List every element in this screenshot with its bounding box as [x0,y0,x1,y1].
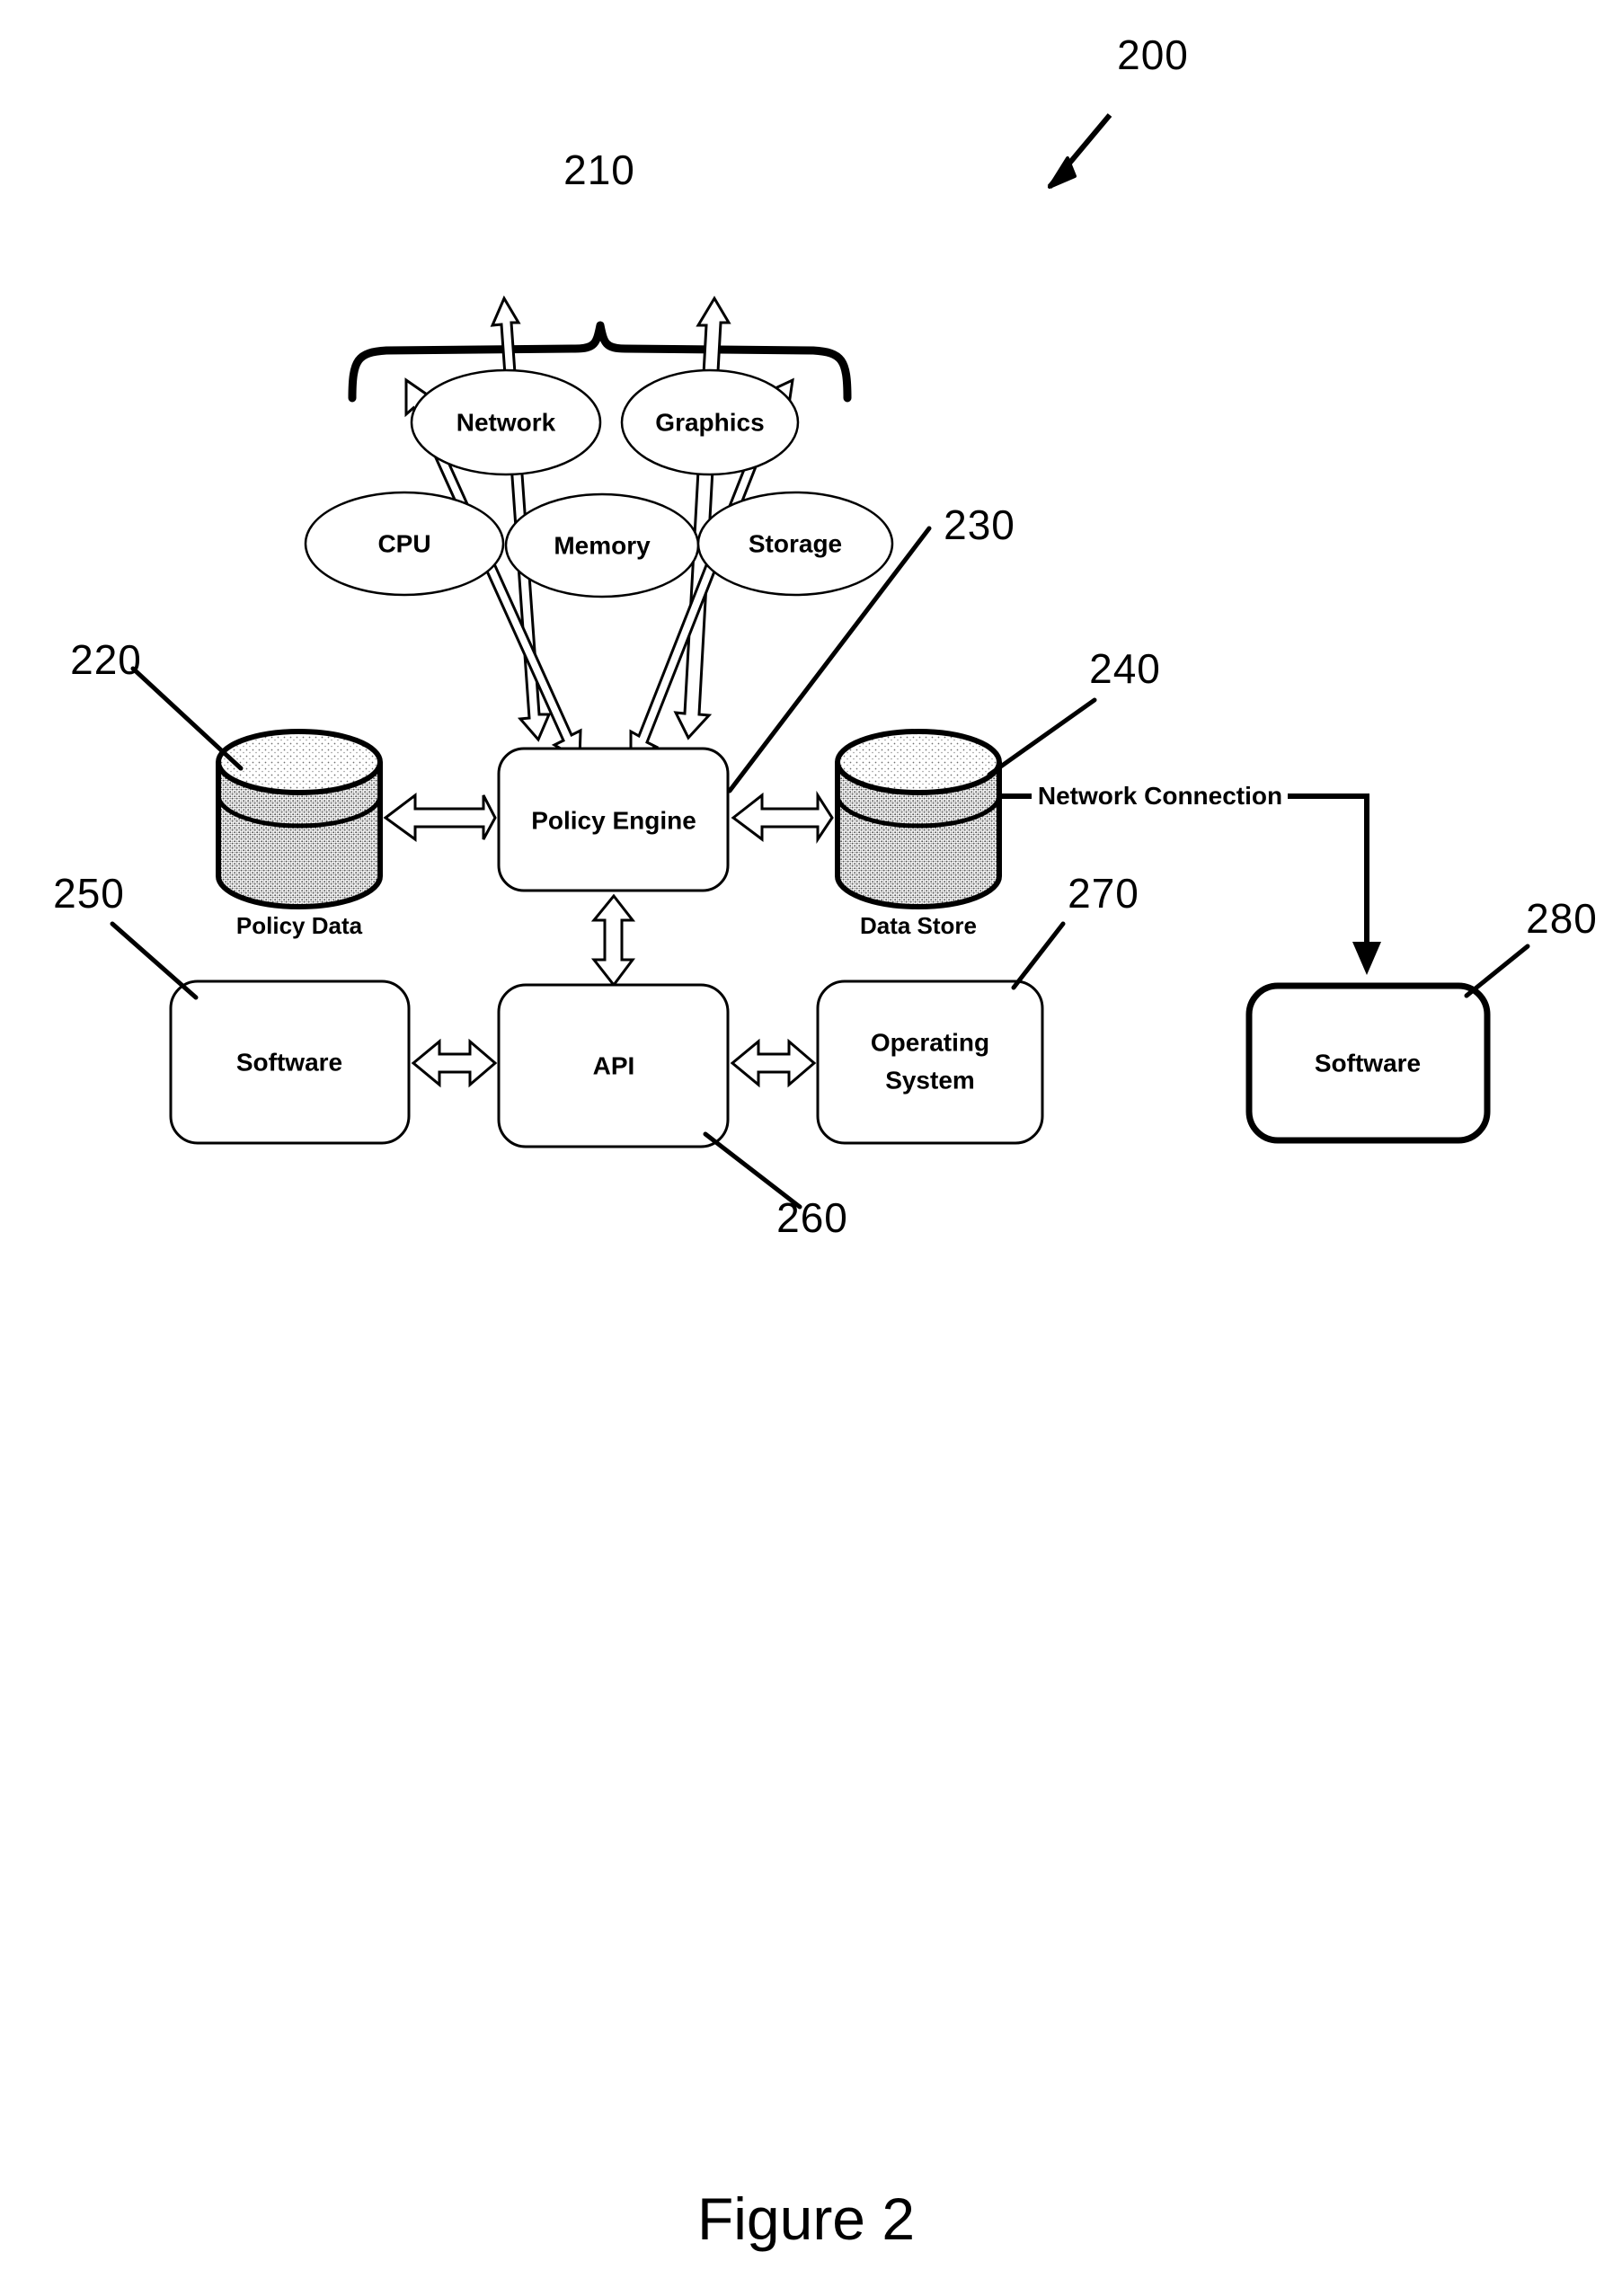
ref-200-arrowhead [1048,156,1077,189]
arrow-engine-to-api [590,893,636,988]
network-connection-elbow [1288,793,1369,949]
diagram-canvas: 200 210 CPU Memory Storage Network Graph… [53,31,1598,2252]
patent-figure: 200 210 CPU Memory Storage Network Graph… [0,0,1613,2296]
software-local-box[interactable]: Software [169,980,411,1145]
operating-system-box[interactable]: Operating System [816,980,1044,1145]
ref-label-210: 210 [563,146,635,193]
ref-label-200: 200 [1117,31,1189,78]
resource-oval-cpu-label: CPU [377,529,430,557]
arrow-engine-to-data-store [731,790,834,844]
ref-label-270: 270 [1068,870,1139,917]
ref-250-leader-group [110,921,199,1000]
resource-oval-memory[interactable]: Memory [504,492,700,598]
api-label: API [593,1051,635,1079]
ref-label-230: 230 [944,501,1015,548]
api-box[interactable]: API [497,983,730,1148]
system-ref-200 [1047,113,1112,189]
ref-240-leader-group [987,697,1097,777]
ref-220-leader [130,666,244,771]
resource-oval-graphics-label: Graphics [655,408,764,436]
cylinder-data-store[interactable] [835,729,1002,909]
ref-label-240: 240 [1089,645,1161,692]
ref-240-leader [987,697,1097,777]
software-local-label: Software [236,1048,342,1076]
figure-caption: Figure 2 [697,2185,915,2252]
resource-oval-memory-label: Memory [554,531,651,559]
operating-system-label-line1: Operating [871,1028,989,1056]
ref-250-leader [110,921,199,1000]
resource-oval-storage-label: Storage [749,529,842,557]
arrow-software-to-api [411,1038,498,1088]
arrow-policy-data-to-engine [383,792,497,842]
ref-280-leader-group [1464,944,1530,998]
resource-oval-graphics[interactable]: Graphics [620,368,800,476]
ref-label-250: 250 [53,870,125,917]
ref-270-leader [1011,921,1066,990]
network-connection-arrowhead [1352,942,1381,975]
ref-label-280: 280 [1526,895,1598,942]
network-connection-connector [999,793,1381,975]
cylinder-policy-data[interactable] [216,729,383,909]
policy-engine-box[interactable]: Policy Engine [497,747,730,892]
arrow-api-to-operating-system [730,1038,817,1088]
software-remote-label: Software [1315,1049,1421,1077]
resource-oval-storage[interactable]: Storage [696,491,894,597]
operating-system-label-line2: System [885,1066,975,1094]
ref-280-leader [1464,944,1530,998]
policy-data-caption: Policy Data [236,912,363,939]
ref-label-220: 220 [70,636,142,683]
data-store-caption: Data Store [860,912,977,939]
ref-270-leader-group [1011,921,1066,990]
ref-label-260: 260 [776,1194,848,1241]
resource-oval-network[interactable]: Network [410,368,602,476]
resource-oval-network-label: Network [456,408,556,436]
resource-oval-cpu[interactable]: CPU [304,491,505,597]
ref-220-leader-group [130,666,244,771]
software-remote-box[interactable]: Software [1245,982,1491,1144]
policy-engine-label: Policy Engine [531,806,696,834]
network-connection-label: Network Connection [1038,782,1282,810]
